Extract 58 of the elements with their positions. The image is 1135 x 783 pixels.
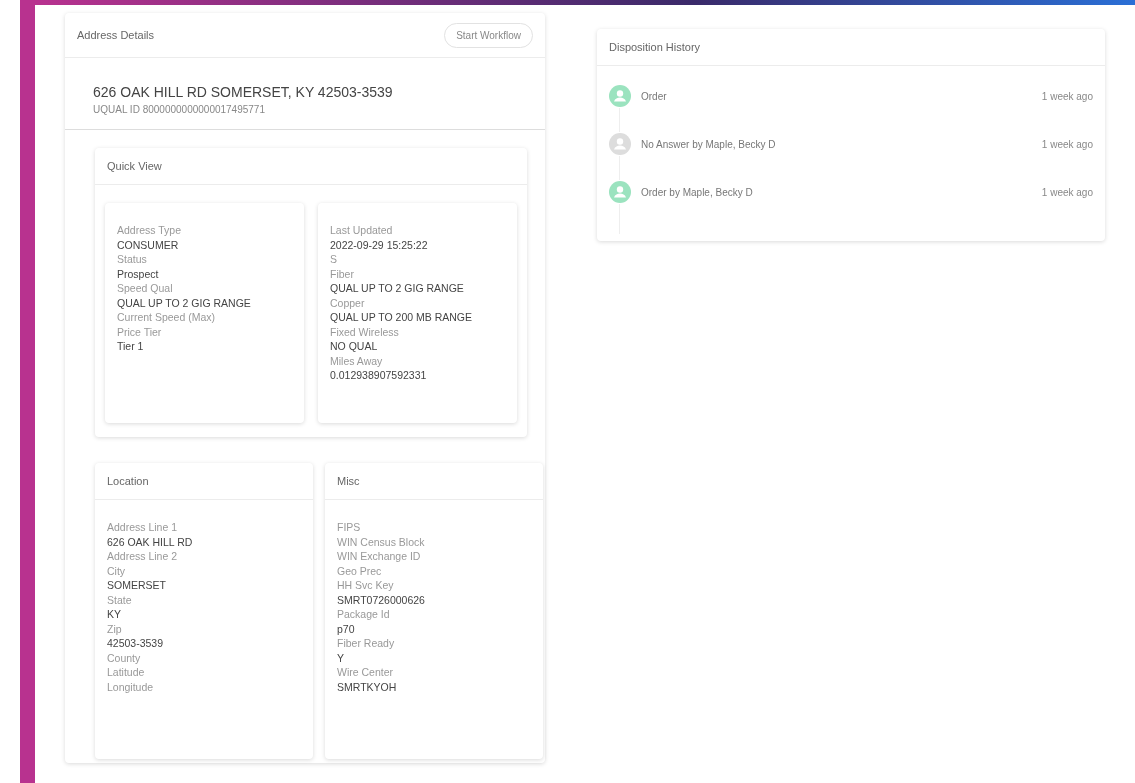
field-value: QUAL UP TO 2 GIG RANGE <box>117 295 252 310</box>
card-title: Misc <box>337 475 360 487</box>
uqual-id: UQUAL ID 8000000000000017495771 <box>93 104 266 115</box>
field-label: Fiber Ready <box>337 636 396 651</box>
card-title: Address Details <box>77 29 155 41</box>
card-title: Quick View <box>107 160 162 172</box>
field-value: 2022-09-29 15:25:22 <box>330 237 429 252</box>
field-label: FIPS <box>337 520 362 535</box>
field-label: Wire Center <box>337 665 394 680</box>
start-workflow-button[interactable]: Start Workflow <box>444 22 533 48</box>
field-label: Current Speed (Max) <box>117 310 217 325</box>
field-value: Tier 1 <box>117 339 145 354</box>
field-label: Fixed Wireless <box>330 324 400 339</box>
field-label: Price Tier <box>117 324 163 339</box>
field-label: S <box>330 252 338 267</box>
field-value: 626 OAK HILL RD <box>107 534 194 549</box>
field-value: CONSUMER <box>117 237 180 252</box>
field-value: Prospect <box>117 266 160 281</box>
field-value: 42503-3539 <box>107 636 165 651</box>
field-label: WIN Exchange ID <box>337 549 422 564</box>
field-label: HH Svc Key <box>337 578 395 593</box>
field-value: SOMERSET <box>107 578 167 593</box>
field-label: Copper <box>330 295 366 310</box>
field-label: Miles Away <box>330 353 384 368</box>
field-value: QUAL UP TO 2 GIG RANGE <box>330 281 465 296</box>
field-label: Status <box>117 252 148 267</box>
field-value: KY <box>107 607 122 622</box>
history-time: 1 week ago <box>1041 138 1093 150</box>
card-title: Location <box>107 475 149 487</box>
history-entry: Order <box>641 90 668 102</box>
field-value: SMRTKYOH <box>337 679 398 694</box>
field-label: Longitude <box>107 679 155 694</box>
field-label: Geo Prec <box>337 563 383 578</box>
history-time: 1 week ago <box>1041 90 1093 102</box>
card-title: Disposition History <box>609 41 701 53</box>
field-label: City <box>107 563 127 578</box>
field-label: Address Line 2 <box>107 549 179 564</box>
field-label: Package Id <box>337 607 391 622</box>
field-value: NO QUAL <box>330 339 379 354</box>
history-time: 1 week ago <box>1041 186 1093 198</box>
field-label: Address Line 1 <box>107 520 179 535</box>
field-label: Zip <box>107 621 123 636</box>
field-label: WIN Census Block <box>337 534 426 549</box>
history-entry: No Answer by Maple, Becky D <box>641 138 777 150</box>
field-value: QUAL UP TO 200 MB RANGE <box>330 310 473 325</box>
address-heading: 626 OAK HILL RD SOMERSET, KY 42503-3539 <box>93 84 394 100</box>
field-label: Speed Qual <box>117 281 174 296</box>
field-label: State <box>107 592 133 607</box>
field-value: SMRT0726000626 <box>337 592 426 607</box>
field-value: p70 <box>337 621 356 636</box>
field-label: Fiber <box>330 266 355 281</box>
field-value: 0.012938907592331 <box>330 368 428 383</box>
history-entry: Order by Maple, Becky D <box>641 186 754 198</box>
field-label: Last Updated <box>330 223 394 238</box>
field-label: County <box>107 650 142 665</box>
field-label: Latitude <box>107 665 146 680</box>
field-label: Address Type <box>117 223 182 238</box>
field-value: Y <box>337 650 345 665</box>
